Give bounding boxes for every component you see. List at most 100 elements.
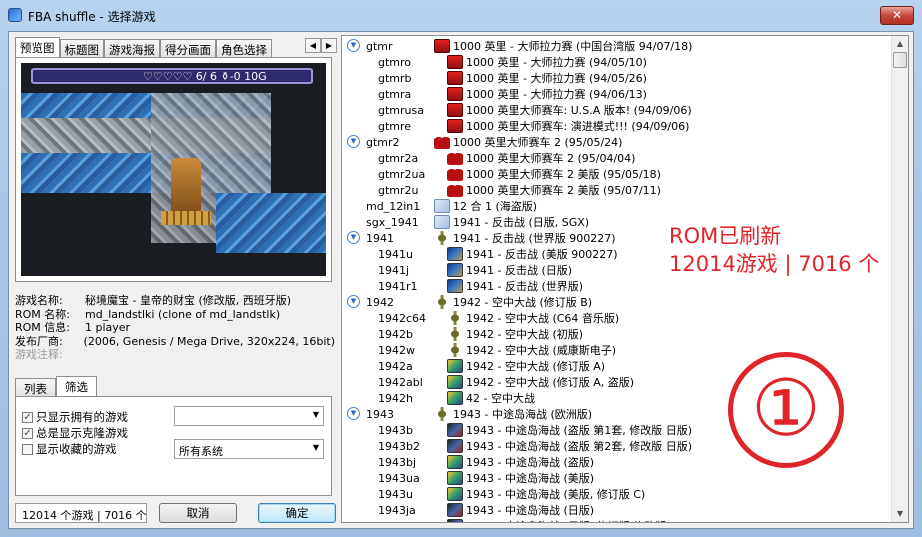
game-list-item[interactable]: 1000 英里 - 大师拉力赛 (94/06/13) bbox=[447, 86, 647, 102]
game-list-item[interactable]: 1942 - 空中大战 (修订版 B) bbox=[434, 294, 592, 310]
game-list-item[interactable]: 1000 英里大师赛车 2 (95/04/04) bbox=[447, 150, 635, 166]
tab-scroll-right-icon[interactable]: ▶ bbox=[321, 38, 337, 53]
rom-name[interactable]: 1943u bbox=[378, 486, 413, 502]
rom-name[interactable]: 1943b bbox=[378, 422, 413, 438]
scroll-up-icon[interactable]: ▲ bbox=[892, 36, 908, 52]
collapse-icon[interactable]: ▼ bbox=[347, 407, 360, 420]
rom-name[interactable]: sgx_1941 bbox=[366, 214, 419, 230]
scroll-down-icon[interactable]: ▼ bbox=[892, 506, 908, 522]
rom-name[interactable]: 1941 bbox=[366, 230, 394, 246]
rom-name[interactable]: 1943 bbox=[366, 406, 394, 422]
tab-preview-2[interactable]: 游戏海报 bbox=[104, 39, 160, 57]
system-select[interactable]: 所有系统 bbox=[174, 439, 324, 459]
cancel-button[interactable]: 取消 bbox=[159, 503, 237, 523]
rom-name[interactable]: 1942abl bbox=[378, 374, 423, 390]
plane-icon bbox=[447, 327, 463, 341]
list-filter-tabs: 列表 筛选 bbox=[15, 376, 97, 396]
game-list-item[interactable]: 1000 英里大师赛车: U.S.A 版本! (94/09/06) bbox=[447, 102, 692, 118]
rom-name[interactable]: gtmr bbox=[366, 38, 393, 54]
tab-list[interactable]: 列表 bbox=[15, 378, 56, 396]
list-scrollbar[interactable]: ▲ ▼ bbox=[891, 36, 908, 522]
tab-preview-0[interactable]: 预览图 bbox=[15, 37, 60, 57]
game-list-item[interactable]: 1000 英里大师赛车 2 美版 (95/07/11) bbox=[447, 182, 661, 198]
rom-name[interactable]: gtmro bbox=[378, 54, 411, 70]
filter-option[interactable]: ✓ 只显示拥有的游戏 bbox=[22, 409, 128, 425]
checkbox[interactable]: ✓ bbox=[22, 427, 33, 439]
rom-name[interactable]: gtmr2ua bbox=[378, 166, 425, 182]
close-button[interactable]: ✕ bbox=[880, 6, 914, 25]
rom-name[interactable]: 1942a bbox=[378, 358, 413, 374]
game-list-item[interactable]: 1000 英里大师赛车: 演进模式!!! (94/09/06) bbox=[447, 118, 689, 134]
game-list-item[interactable]: 1941 - 反击战 (日版, SGX) bbox=[434, 214, 589, 230]
rom-name[interactable]: gtmre bbox=[378, 118, 411, 134]
game-title: 1000 英里大师赛车 2 (95/05/24) bbox=[453, 136, 623, 149]
rom-name[interactable]: 1943bj bbox=[378, 454, 416, 470]
ok-button[interactable]: 确定 bbox=[258, 503, 336, 523]
collapse-icon[interactable]: ▼ bbox=[347, 231, 360, 244]
tab-preview-1[interactable]: 标题图 bbox=[59, 39, 104, 57]
game-list-item[interactable]: 1943 - 中途岛海战 (日版) bbox=[447, 502, 594, 518]
rom-name[interactable]: 1942b bbox=[378, 326, 413, 342]
rom-name[interactable]: 1942c64 bbox=[378, 310, 426, 326]
checkbox[interactable]: ✓ bbox=[22, 411, 33, 423]
game-title: 1000 英里 - 大师拉力赛 (94/05/26) bbox=[466, 72, 647, 85]
rom-name[interactable]: 1943j bbox=[378, 518, 409, 523]
game-list-item[interactable]: 1943 - 中途岛海战 (日版, 修订版 修改版) bbox=[447, 518, 671, 522]
game-list-item[interactable]: 1941 - 反击战 (世界版 900227) bbox=[434, 230, 616, 246]
rom-name[interactable]: gtmr2u bbox=[378, 182, 419, 198]
rom-name[interactable]: 1942h bbox=[378, 390, 413, 406]
rom-name[interactable]: 1943ja bbox=[378, 502, 416, 518]
rom-name[interactable]: gtmra bbox=[378, 86, 411, 102]
rom-name[interactable]: gtmrusa bbox=[378, 102, 424, 118]
collapse-icon[interactable]: ▼ bbox=[347, 295, 360, 308]
collapse-icon[interactable]: ▼ bbox=[347, 135, 360, 148]
game-list-item[interactable]: 1000 英里 - 大师拉力赛 (94/05/26) bbox=[447, 70, 647, 86]
rom-name[interactable]: 1941u bbox=[378, 246, 413, 262]
rom-name[interactable]: 1942w bbox=[378, 342, 415, 358]
collapse-icon[interactable]: ▼ bbox=[347, 39, 360, 52]
pic3-icon bbox=[447, 519, 463, 522]
rom-name[interactable]: 1941j bbox=[378, 262, 409, 278]
rom-name[interactable]: gtmrb bbox=[378, 70, 412, 86]
game-list-item[interactable]: 1943 - 中途岛海战 (盗版 第1套, 修改版 日版) bbox=[447, 422, 692, 438]
game-list-item[interactable]: 1942 - 空中大战 (修订版 A) bbox=[447, 358, 605, 374]
game-list-item[interactable]: 1942 - 空中大战 (威康斯电子) bbox=[447, 342, 616, 358]
rom-name[interactable]: 1943ua bbox=[378, 470, 420, 486]
game-list-item[interactable]: 1941 - 反击战 (美版 900227) bbox=[447, 246, 618, 262]
game-list-item[interactable]: 1000 英里大师赛车 2 美版 (95/05/18) bbox=[447, 166, 661, 182]
rom-name[interactable]: gtmr2a bbox=[378, 150, 418, 166]
rom-name[interactable]: md_12in1 bbox=[366, 198, 420, 214]
rom-name[interactable]: 1941r1 bbox=[378, 278, 418, 294]
game-list-item[interactable]: 1943 - 中途岛海战 (美版) bbox=[447, 470, 594, 486]
game-list-item[interactable]: 1943 - 中途岛海战 (盗版 第2套, 修改版 日版) bbox=[447, 438, 692, 454]
game-list-item[interactable]: 1000 英里 - 大师拉力赛 (中国台湾版 94/07/18) bbox=[434, 38, 692, 54]
game-list-item[interactable]: 1941 - 反击战 (日版) bbox=[447, 262, 572, 278]
game-title: 1941 - 反击战 (世界版 900227) bbox=[453, 232, 616, 245]
game-list-item[interactable]: 1943 - 中途岛海战 (盗版) bbox=[447, 454, 594, 470]
game-list-item[interactable]: 42 - 空中大战 bbox=[447, 390, 535, 406]
game-list-item[interactable]: 1941 - 反击战 (世界版) bbox=[447, 278, 583, 294]
rom-name[interactable]: gtmr2 bbox=[366, 134, 400, 150]
rom-name[interactable]: 1943b2 bbox=[378, 438, 420, 454]
car-red-icon bbox=[447, 183, 463, 197]
filter-select-1[interactable] bbox=[174, 406, 324, 426]
game-list-item[interactable]: 1942 - 空中大战 (修订版 A, 盗版) bbox=[447, 374, 634, 390]
filter-option[interactable]: 显示收藏的游戏 bbox=[22, 441, 117, 457]
scroll-thumb[interactable] bbox=[893, 52, 907, 68]
info-label: ROM 名称: bbox=[15, 307, 70, 321]
filter-option[interactable]: ✓ 总是显示克隆游戏 bbox=[22, 425, 128, 441]
rom-name[interactable]: 1942 bbox=[366, 294, 394, 310]
tab-preview-3[interactable]: 得分画面 bbox=[160, 39, 216, 57]
game-list-item[interactable]: 1942 - 空中大战 (初版) bbox=[447, 326, 583, 342]
game-list-item[interactable]: 1000 英里大师赛车 2 (95/05/24) bbox=[434, 134, 622, 150]
game-list-item[interactable]: 1943 - 中途岛海战 (欧洲版) bbox=[434, 406, 592, 422]
pic2-icon bbox=[447, 455, 463, 469]
tab-preview-4[interactable]: 角色选择 bbox=[216, 39, 272, 57]
checkbox[interactable] bbox=[22, 443, 33, 455]
game-list-item[interactable]: 1000 英里 - 大师拉力赛 (94/05/10) bbox=[447, 54, 647, 70]
tab-filter[interactable]: 筛选 bbox=[56, 376, 97, 396]
game-list-item[interactable]: 12 合 1 (海盗版) bbox=[434, 198, 537, 214]
game-list-item[interactable]: 1942 - 空中大战 (C64 音乐版) bbox=[447, 310, 619, 326]
tab-scroll-left-icon[interactable]: ◀ bbox=[305, 38, 321, 53]
game-list-item[interactable]: 1943 - 中途岛海战 (美版, 修订版 C) bbox=[447, 486, 645, 502]
